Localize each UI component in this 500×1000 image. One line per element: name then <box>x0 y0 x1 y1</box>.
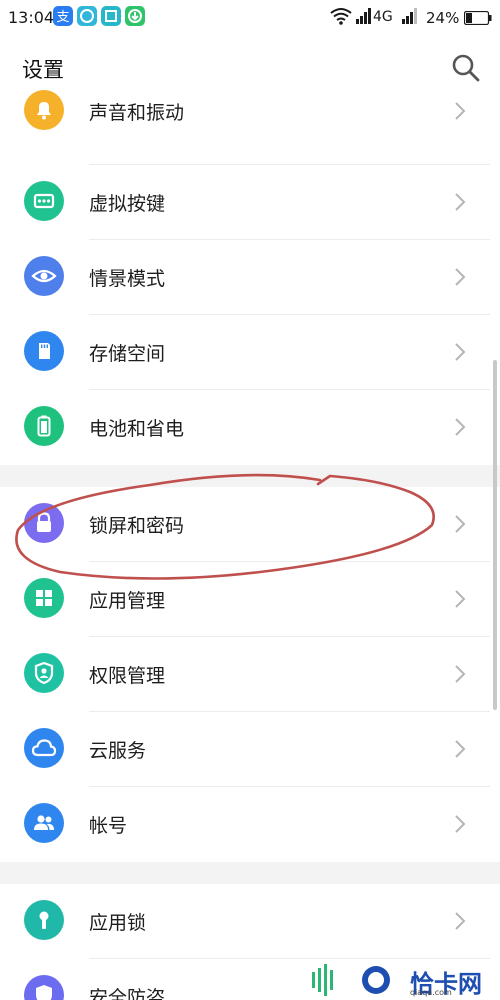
status-bar: 13:04 支 4G 24% <box>0 0 500 36</box>
scrollbar[interactable] <box>493 360 497 710</box>
alipay-notification-icon: 支 <box>53 6 73 26</box>
setting-virtual-keys[interactable]: 虚拟按键 <box>0 165 500 240</box>
setting-label: 帐号 <box>89 815 128 837</box>
shield-user-icon <box>24 653 64 693</box>
watermark-subtext: qiaqa.com <box>410 988 452 997</box>
watermark-logo: 恰卡网 qiaqa.com <box>300 960 500 1000</box>
chevron-right-icon <box>453 341 467 363</box>
sd-card-icon <box>24 331 64 371</box>
grid-icon <box>24 578 64 618</box>
page-title: 设置 <box>22 58 64 82</box>
setting-label: 权限管理 <box>89 665 166 687</box>
search-icon <box>452 54 480 82</box>
setting-battery[interactable]: 电池和省电 <box>0 390 500 465</box>
signal-icon <box>356 8 372 28</box>
battery-setting-icon <box>24 406 64 446</box>
setting-label: 声音和振动 <box>89 102 185 124</box>
setting-label: 云服务 <box>89 740 147 762</box>
setting-permission-management[interactable]: 权限管理 <box>0 637 500 712</box>
svg-text:支: 支 <box>56 10 69 25</box>
eye-icon <box>24 256 64 296</box>
lock-icon <box>24 503 64 543</box>
wifi-icon <box>330 6 352 30</box>
setting-label: 应用锁 <box>89 912 147 934</box>
shield-icon <box>24 975 64 1000</box>
scan-notification-icon <box>101 6 121 26</box>
battery-percent: 24% <box>426 9 460 27</box>
signal-icon-2 <box>402 8 418 28</box>
setting-label: 安全防盗 <box>89 987 166 1000</box>
chevron-right-icon <box>453 813 467 835</box>
setting-lock-screen-password[interactable]: 锁屏和密码 <box>0 487 500 562</box>
setting-storage[interactable]: 存储空间 <box>0 315 500 390</box>
search-button[interactable] <box>450 52 482 84</box>
setting-label: 电池和省电 <box>89 418 185 440</box>
setting-account[interactable]: 帐号 <box>0 787 500 862</box>
chevron-right-icon <box>453 910 467 932</box>
setting-label: 存储空间 <box>89 343 166 365</box>
setting-label: 情景模式 <box>89 268 166 290</box>
chevron-right-icon <box>453 513 467 535</box>
status-time: 13:04 <box>8 8 55 27</box>
chevron-right-icon <box>453 663 467 685</box>
bell-icon <box>24 90 64 130</box>
setting-cloud-service[interactable]: 云服务 <box>0 712 500 787</box>
people-icon <box>24 803 64 843</box>
chevron-right-icon <box>453 738 467 760</box>
watermark-icon <box>312 964 390 996</box>
network-type: 4G <box>373 9 393 25</box>
chevron-right-icon <box>453 266 467 288</box>
virtual-keys-icon <box>24 181 64 221</box>
chevron-right-icon <box>453 191 467 213</box>
chevron-right-icon <box>453 588 467 610</box>
group-separator <box>0 465 500 487</box>
cloud-icon <box>24 728 64 768</box>
download-notification-icon <box>125 6 145 26</box>
setting-app-management[interactable]: 应用管理 <box>0 562 500 637</box>
chevron-right-icon <box>453 100 467 122</box>
setting-sound-vibration[interactable]: 声音和振动 <box>0 90 500 165</box>
setting-label: 锁屏和密码 <box>89 515 185 537</box>
setting-scene-mode[interactable]: 情景模式 <box>0 240 500 315</box>
chevron-right-icon <box>453 416 467 438</box>
setting-label: 应用管理 <box>89 590 166 612</box>
setting-app-lock[interactable]: 应用锁 <box>0 884 500 959</box>
battery-icon <box>463 10 492 29</box>
group-separator <box>0 862 500 884</box>
setting-label: 虚拟按键 <box>89 193 166 215</box>
app-notification-icon <box>77 6 97 26</box>
keyhole-icon <box>24 900 64 940</box>
